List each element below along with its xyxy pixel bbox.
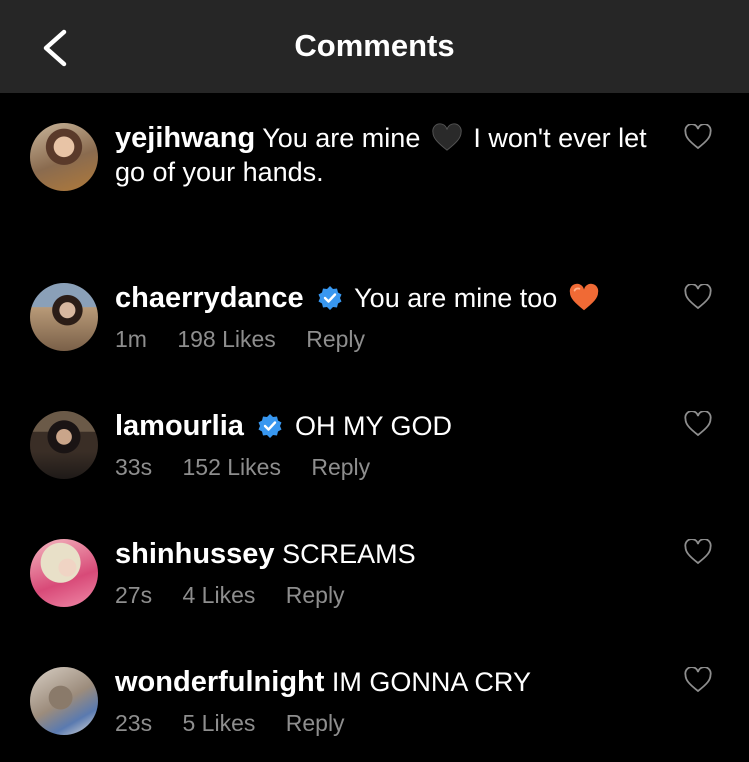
avatar[interactable] <box>30 539 98 607</box>
verified-badge-icon <box>318 286 342 310</box>
header-bar: Comments <box>0 0 749 93</box>
username[interactable]: wonderfulnight <box>115 666 324 698</box>
comment-text: wonderfulnight IM GONNA CRY <box>115 665 660 699</box>
likes-count[interactable]: 198 Likes <box>177 326 275 352</box>
avatar[interactable] <box>30 667 98 735</box>
comment-meta: 27s 4 Likes Reply <box>115 582 369 609</box>
black-heart-icon <box>432 123 462 151</box>
like-heart-icon[interactable] <box>684 539 712 565</box>
username[interactable]: chaerrydance <box>115 282 304 314</box>
page-title: Comments <box>294 28 455 63</box>
reply-button[interactable]: Reply <box>306 326 365 352</box>
reply-button[interactable]: Reply <box>311 454 370 480</box>
like-heart-icon[interactable] <box>684 284 712 310</box>
comment-meta: 33s 152 Likes Reply <box>115 454 394 481</box>
avatar[interactable] <box>30 283 98 351</box>
comment-message: You are mine <box>262 123 421 153</box>
comment-message: You are mine too <box>354 283 558 313</box>
comment-meta: 1m 198 Likes Reply <box>115 326 389 353</box>
comment-message: IM GONNA CRY <box>331 667 531 697</box>
username[interactable]: shinhussey <box>115 538 275 570</box>
comment-time: 1m <box>115 326 147 352</box>
likes-count[interactable]: 5 Likes <box>182 710 255 736</box>
comment-text: chaerrydance You are mine too <box>115 281 660 315</box>
username[interactable]: yejihwang <box>115 122 255 154</box>
verified-badge-icon <box>258 414 282 438</box>
likes-count[interactable]: 152 Likes <box>182 454 280 480</box>
likes-count[interactable]: 4 Likes <box>182 582 255 608</box>
comment-time: 27s <box>115 582 153 608</box>
username[interactable]: lamourlia <box>115 410 244 442</box>
orange-heart-icon <box>569 283 599 311</box>
comment-text: lamourlia OH MY GOD <box>115 409 660 443</box>
comment-message: SCREAMS <box>282 539 416 569</box>
like-heart-icon[interactable] <box>684 667 712 693</box>
comment-text: shinhussey SCREAMS <box>115 537 660 571</box>
like-heart-icon[interactable] <box>684 411 712 437</box>
comment-message: OH MY GOD <box>294 411 452 441</box>
comment-text: yejihwang You are mine I won't ever let … <box>115 121 660 189</box>
comment-time: 33s <box>115 454 153 480</box>
comment-time: 23s <box>115 710 153 736</box>
comment-meta: 23s 5 Likes Reply <box>115 710 369 737</box>
like-heart-icon[interactable] <box>684 124 712 150</box>
reply-button[interactable]: Reply <box>286 582 345 608</box>
avatar[interactable] <box>30 123 98 191</box>
reply-button[interactable]: Reply <box>286 710 345 736</box>
avatar[interactable] <box>30 411 98 479</box>
